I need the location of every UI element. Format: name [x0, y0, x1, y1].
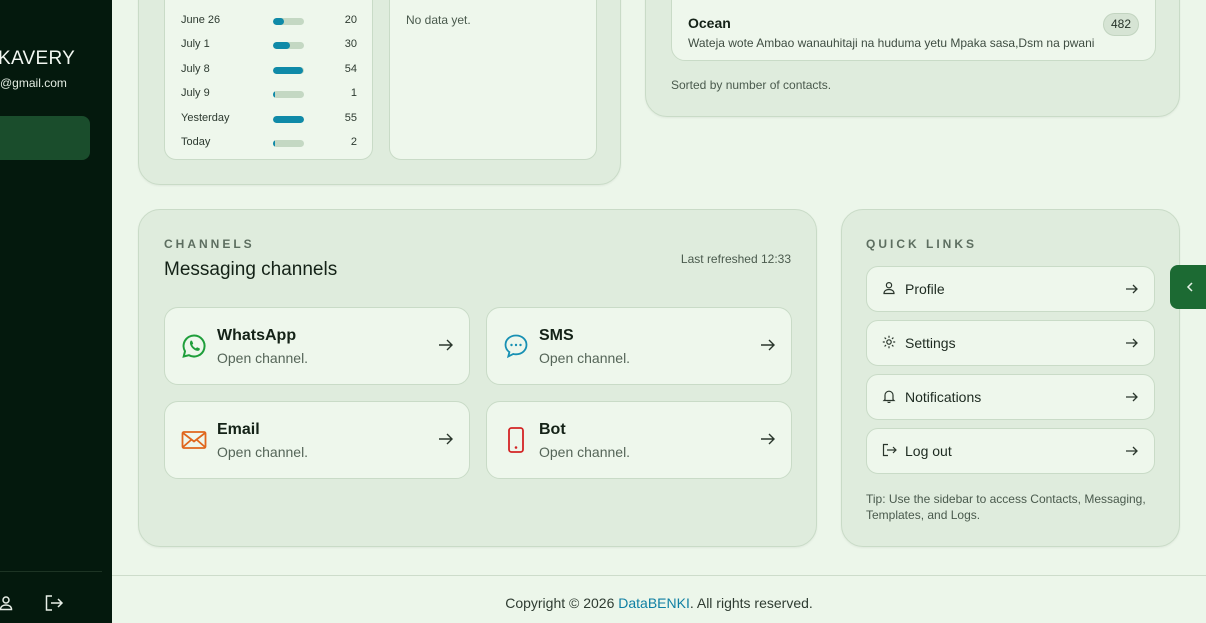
quick-link-notifications[interactable]: Notifications — [866, 374, 1155, 420]
quick-link-label: Settings — [905, 335, 956, 351]
channel-whatsapp[interactable]: WhatsApp Open channel. — [164, 307, 470, 385]
channel-subtitle: Open channel. — [539, 350, 631, 366]
activity-row-value: 1 — [350, 87, 357, 99]
arrow-right-icon — [438, 338, 454, 357]
chevron-left-icon — [1186, 282, 1193, 292]
sidebar-divider — [0, 571, 102, 572]
quick-link-profile[interactable]: Profile — [866, 266, 1155, 312]
activity-bar-fill — [273, 18, 284, 25]
activity-row-value: 20 — [344, 14, 357, 26]
activity-row-label: June 26 — [181, 14, 221, 26]
activity-row: June 26 20 — [165, 13, 373, 29]
activity-bar-fill — [273, 91, 275, 98]
channels-title: Messaging channels — [164, 259, 338, 280]
gear-icon — [882, 335, 898, 351]
group-name: Ocean — [688, 15, 731, 31]
channel-name: Email — [217, 421, 260, 438]
activity-row: Today 2 — [165, 135, 373, 151]
activity-bar-fill — [273, 42, 290, 49]
user-email: @gmail.com — [0, 76, 67, 90]
copyright-text: Copyright © 2026 DataBENKI. All rights r… — [112, 595, 1206, 611]
phone-icon — [502, 426, 530, 454]
activity-row-value: 54 — [344, 63, 357, 75]
channel-subtitle: Open channel. — [217, 444, 309, 460]
activity-row-label: Today — [181, 136, 211, 148]
activity-bar-fill — [273, 67, 303, 74]
copyright-suffix: . All rights reserved. — [689, 595, 813, 611]
quick-link-label: Notifications — [905, 389, 982, 405]
arrow-right-icon — [438, 432, 454, 451]
activity-bar-track — [273, 18, 304, 25]
activity-row-value: 30 — [344, 38, 357, 50]
arrow-right-icon — [1125, 444, 1139, 462]
sidebar-active-item[interactable] — [0, 116, 90, 160]
group-row[interactable]: Ocean Wateja wote Ambao wanauhitaji na h… — [671, 0, 1156, 61]
activity-bar-track — [273, 116, 304, 123]
quick-link-logout[interactable]: Log out — [866, 428, 1155, 474]
quick-links-card: QUICK LINKS Profile Settings Notificatio… — [841, 209, 1180, 547]
sms-icon — [502, 332, 530, 360]
activity-row-value: 55 — [344, 112, 357, 124]
activity-row-label: July 8 — [181, 63, 210, 75]
arrow-right-icon — [1125, 336, 1139, 354]
footer: Copyright © 2026 DataBENKI. All rights r… — [112, 575, 1206, 623]
channels-card: CHANNELS Messaging channels Last refresh… — [138, 209, 817, 547]
quick-link-settings[interactable]: Settings — [866, 320, 1155, 366]
whatsapp-icon — [180, 332, 208, 360]
activity-bars-panel: June 26 20 July 1 30 July 8 54 July 9 1 Yesterda… — [164, 0, 373, 160]
sorted-note: Sorted by number of contacts. — [671, 78, 832, 92]
logout-icon — [882, 443, 898, 459]
sidebar: KAVERY @gmail.com — [0, 0, 112, 623]
activity-bar-fill — [273, 140, 275, 147]
quick-links-tip: Tip: Use the sidebar to access Contacts,… — [866, 492, 1146, 522]
activity-bar-track — [273, 67, 304, 74]
last-refreshed: Last refreshed 12:33 — [680, 252, 791, 266]
group-description: Wateja wote Ambao wanauhitaji na huduma … — [688, 36, 1095, 50]
activity-bar-track — [273, 140, 304, 147]
activity-row: July 8 54 — [165, 62, 373, 78]
activity-row-label: July 9 — [181, 87, 210, 99]
activity-row-label: July 1 — [181, 38, 210, 50]
activity-bar-track — [273, 42, 304, 49]
user-icon — [882, 281, 898, 297]
channel-email[interactable]: Email Open channel. — [164, 401, 470, 479]
channel-sms[interactable]: SMS Open channel. — [486, 307, 792, 385]
channels-eyebrow: CHANNELS — [164, 237, 255, 251]
group-count-badge: 482 — [1102, 13, 1139, 36]
email-icon — [180, 426, 208, 454]
quick-links-eyebrow: QUICK LINKS — [866, 237, 977, 251]
arrow-right-icon — [760, 432, 776, 451]
channel-subtitle: Open channel. — [539, 444, 631, 460]
quick-link-label: Profile — [905, 281, 945, 297]
empty-state-text: No data yet. — [406, 13, 471, 27]
activity-row: July 9 1 — [165, 86, 373, 102]
arrow-right-icon — [1125, 282, 1139, 300]
collapse-panel-button[interactable] — [1170, 265, 1206, 309]
channel-name: WhatsApp — [217, 327, 297, 344]
channel-subtitle: Open channel. — [217, 350, 309, 366]
channel-name: Bot — [539, 421, 566, 438]
groups-card: Ocean Wateja wote Ambao wanauhitaji na h… — [645, 0, 1180, 117]
channel-name: SMS — [539, 327, 574, 344]
logout-icon[interactable] — [43, 592, 65, 614]
activity-row: Yesterday 55 — [165, 111, 373, 127]
copyright-prefix: Copyright © 2026 — [505, 595, 619, 611]
activity-row-value: 2 — [350, 136, 357, 148]
arrow-right-icon — [760, 338, 776, 357]
activity-bar-fill — [273, 116, 304, 123]
activity-card: June 26 20 July 1 30 July 8 54 July 9 1 Yesterda… — [138, 0, 621, 185]
activity-bar-track — [273, 91, 304, 98]
user-name: KAVERY — [0, 48, 76, 69]
channel-bot[interactable]: Bot Open channel. — [486, 401, 792, 479]
arrow-right-icon — [1125, 390, 1139, 408]
activity-row-label: Yesterday — [181, 112, 230, 124]
user-icon[interactable] — [0, 592, 17, 614]
quick-link-label: Log out — [905, 443, 952, 459]
activity-empty-panel: No data yet. — [389, 0, 597, 160]
activity-row: July 1 30 — [165, 37, 373, 53]
brand-link[interactable]: DataBENKI — [618, 595, 690, 611]
bell-icon — [882, 389, 898, 405]
